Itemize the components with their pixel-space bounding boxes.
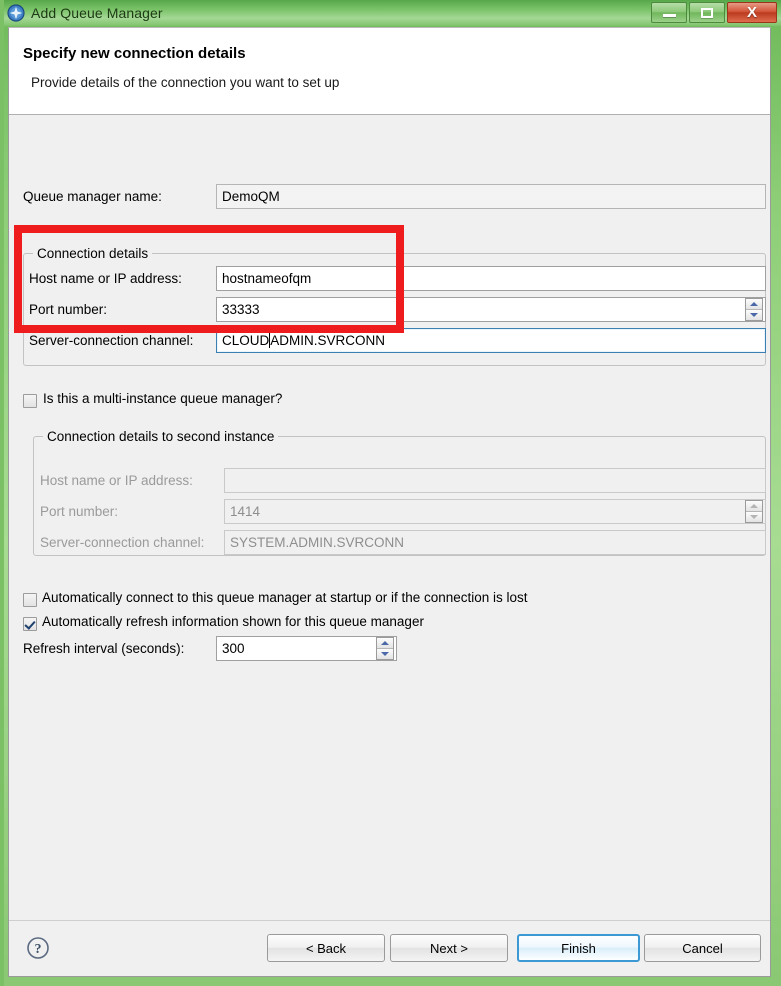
help-icon[interactable]: ? (26, 936, 50, 960)
queue-manager-name-label: Queue manager name: (23, 189, 162, 204)
window-title: Add Queue Manager (31, 5, 163, 21)
second-host-input (224, 468, 766, 493)
chevron-up-icon (750, 504, 758, 508)
second-channel-input: SYSTEM.ADMIN.SVRCONN (224, 530, 766, 555)
back-button[interactable]: < Back (267, 934, 385, 962)
multi-instance-label: Is this a multi-instance queue manager? (43, 391, 282, 406)
chevron-up-icon (750, 302, 758, 306)
window-frame: Add Queue Manager X Specify new connecti… (0, 0, 781, 986)
window-controls: X (649, 2, 777, 23)
close-button[interactable]: X (727, 2, 777, 23)
connection-details-group-title: Connection details (33, 246, 152, 261)
refresh-interval-spinner[interactable] (376, 637, 394, 660)
channel-input[interactable]: CLOUDADMIN.SVRCONN (216, 328, 766, 353)
channel-label: Server-connection channel: (29, 333, 193, 348)
finish-button[interactable]: Finish (517, 934, 640, 962)
port-spinner[interactable] (745, 298, 763, 321)
svg-text:?: ? (35, 942, 42, 957)
dialog-body: Specify new connection details Provide d… (8, 27, 771, 977)
cancel-button[interactable]: Cancel (644, 934, 761, 962)
page-subtitle: Provide details of the connection you wa… (31, 75, 339, 90)
chevron-down-icon (381, 652, 389, 656)
host-input[interactable]: hostnameofqm (216, 266, 766, 291)
refresh-spinner-down[interactable] (377, 649, 393, 659)
second-port-label: Port number: (40, 504, 118, 519)
refresh-spinner-up[interactable] (377, 638, 393, 649)
port-label: Port number: (29, 302, 107, 317)
next-button[interactable]: Next > (390, 934, 508, 962)
second-instance-group-title: Connection details to second instance (43, 429, 278, 444)
title-bar[interactable]: Add Queue Manager X (4, 0, 781, 26)
second-port-spinner-down (746, 512, 762, 522)
chevron-up-icon (381, 641, 389, 645)
wizard-header: Specify new connection details Provide d… (9, 28, 770, 115)
second-channel-label: Server-connection channel: (40, 535, 204, 550)
queue-manager-icon (7, 4, 25, 22)
port-input[interactable]: 33333 (216, 297, 766, 322)
port-spinner-down[interactable] (746, 310, 762, 320)
second-port-input: 1414 (224, 499, 766, 524)
port-spinner-up[interactable] (746, 299, 762, 310)
chevron-down-icon (750, 515, 758, 519)
host-label: Host name or IP address: (29, 271, 182, 286)
second-port-spinner (745, 500, 763, 523)
auto-refresh-checkbox[interactable] (23, 617, 37, 631)
auto-connect-label: Automatically connect to this queue mana… (42, 590, 528, 605)
dialog-button-bar: ? < Back Next > Finish Cancel (9, 920, 770, 976)
channel-value-after-caret: ADMIN.SVRCONN (270, 333, 385, 348)
channel-value-before-caret: CLOUD (222, 333, 269, 348)
refresh-interval-input[interactable]: 300 (216, 636, 397, 661)
title-bar-left: Add Queue Manager (7, 2, 163, 24)
auto-connect-checkbox[interactable] (23, 593, 37, 607)
queue-manager-name-input[interactable]: DemoQM (216, 184, 766, 209)
chevron-down-icon (750, 313, 758, 317)
auto-refresh-label: Automatically refresh information shown … (42, 614, 424, 629)
page-title: Specify new connection details (23, 45, 246, 62)
minimize-icon (663, 14, 676, 17)
form-content: Queue manager name: DemoQM Connection de… (9, 116, 770, 923)
second-host-label: Host name or IP address: (40, 473, 193, 488)
maximize-button[interactable] (689, 2, 725, 23)
maximize-icon (701, 8, 713, 18)
minimize-button[interactable] (651, 2, 687, 23)
multi-instance-checkbox[interactable] (23, 394, 37, 408)
close-icon: X (747, 5, 757, 20)
refresh-interval-label: Refresh interval (seconds): (23, 641, 184, 656)
second-port-spinner-up (746, 501, 762, 512)
